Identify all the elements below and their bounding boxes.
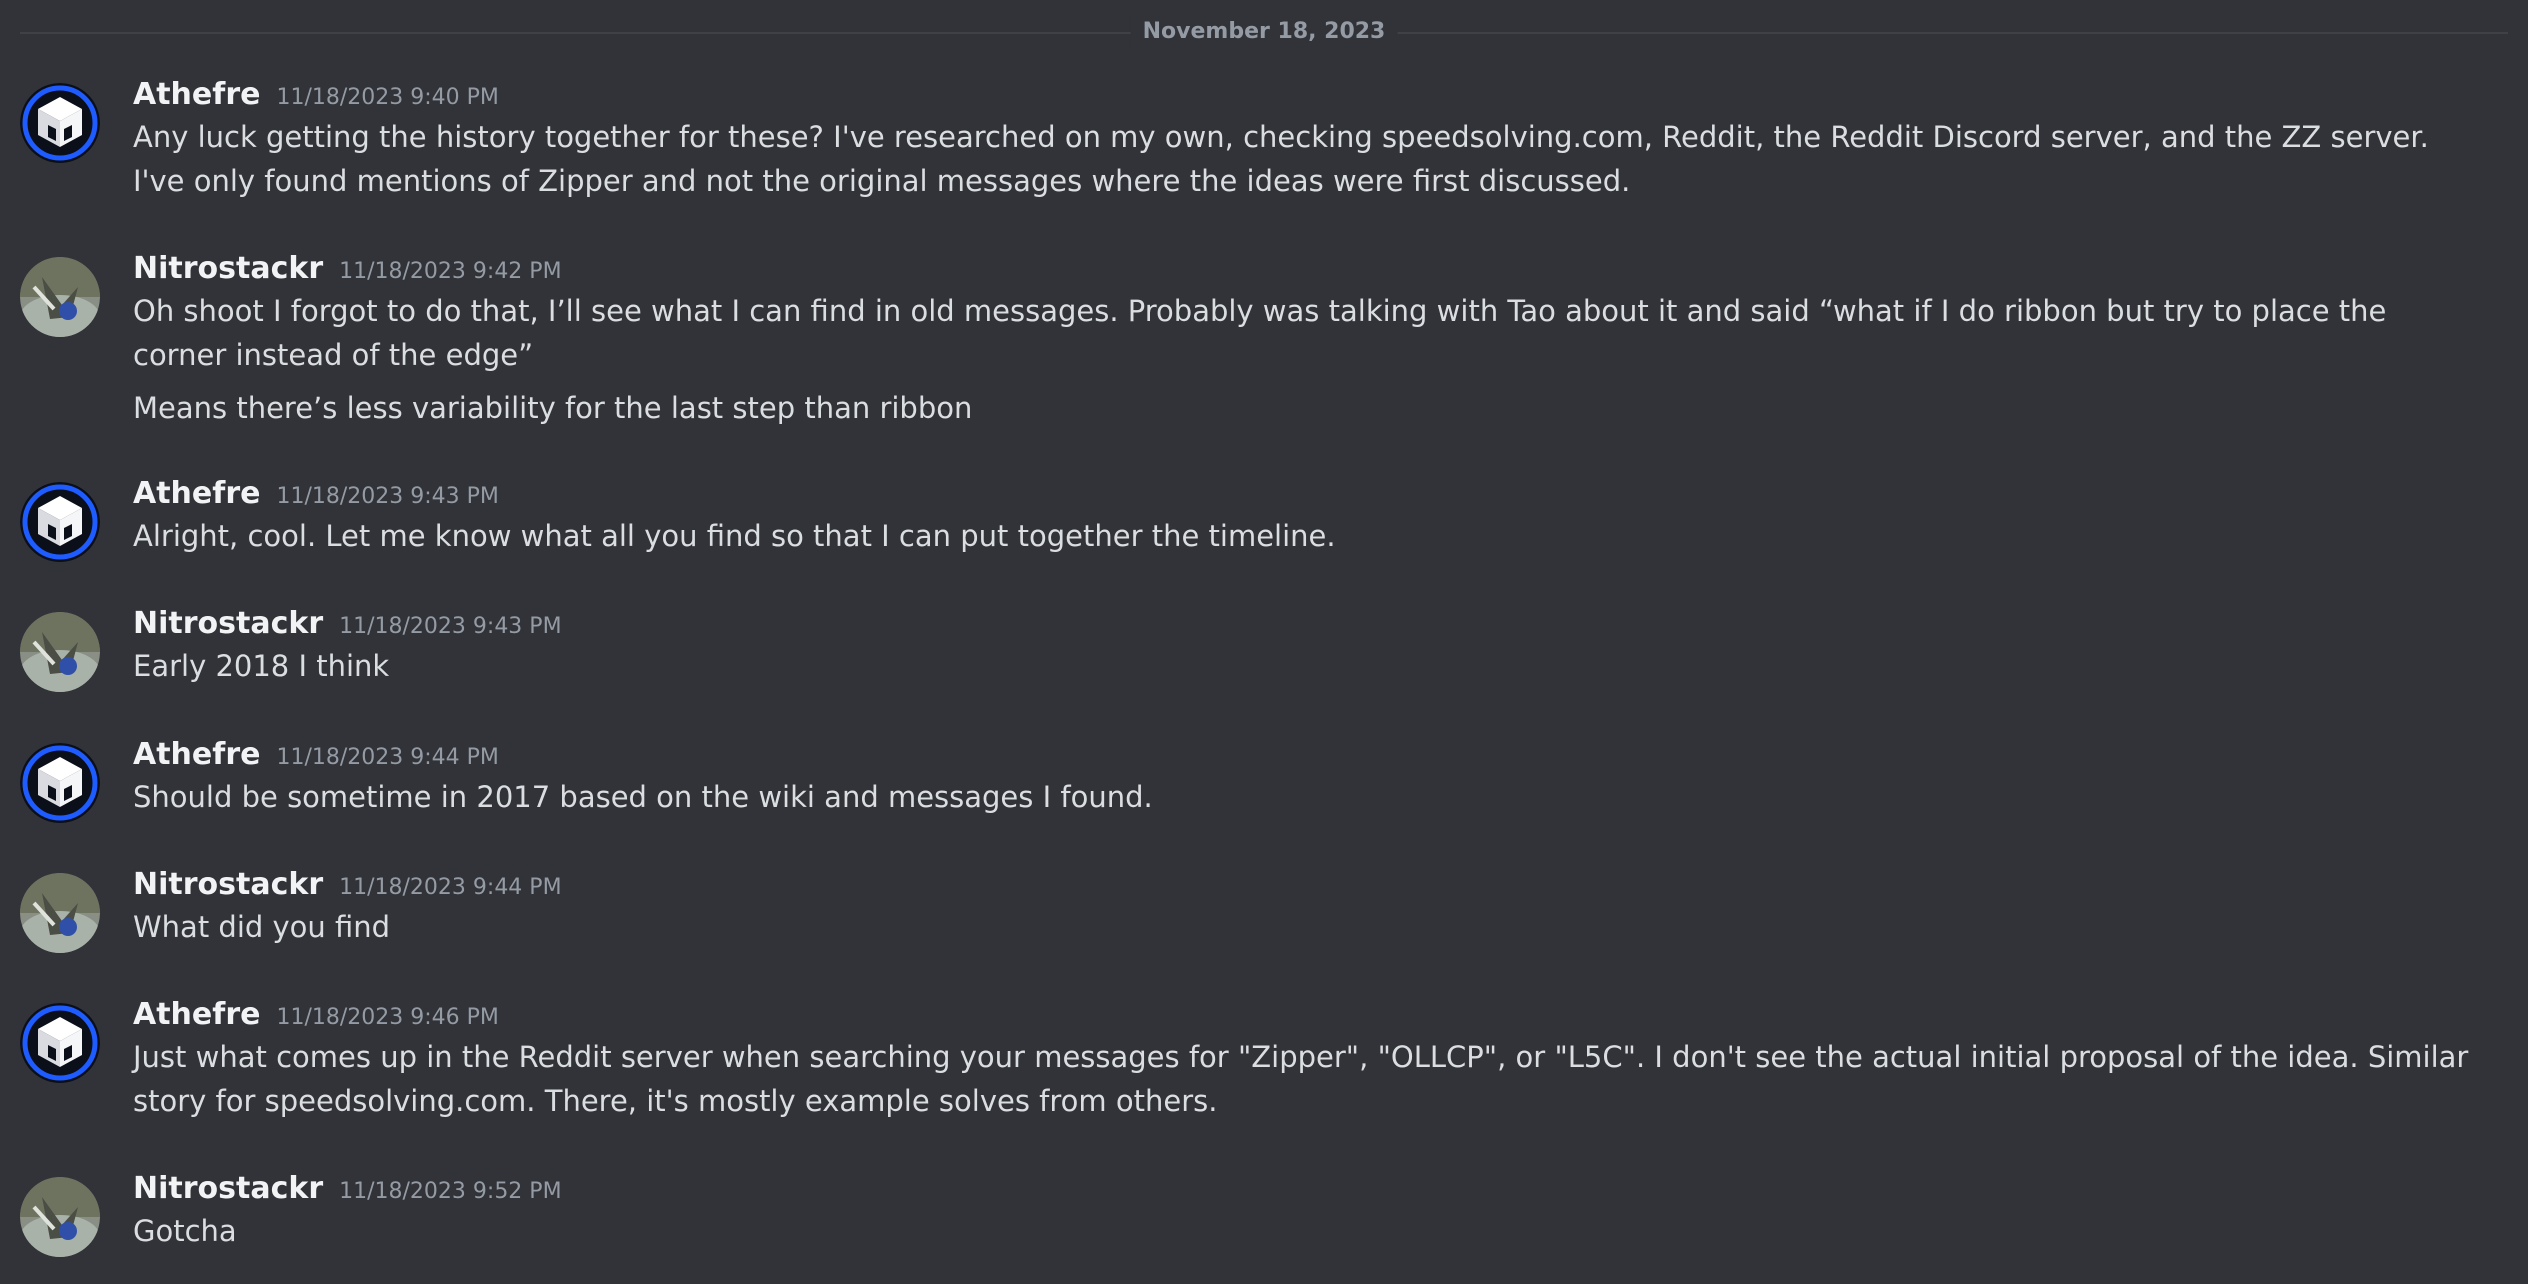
username[interactable]: Athefre bbox=[133, 735, 260, 775]
username[interactable]: Athefre bbox=[133, 75, 260, 115]
message-text: What did you find bbox=[133, 910, 391, 944]
message-header: Nitrostackr 11/18/2023 9:43 PM bbox=[133, 604, 562, 644]
username[interactable]: Athefre bbox=[133, 474, 260, 514]
message-header: Athefre 11/18/2023 9:46 PM bbox=[133, 995, 499, 1035]
message-text: Just what comes up in the Reddit server … bbox=[133, 1040, 2469, 1118]
username[interactable]: Nitrostackr bbox=[133, 865, 323, 905]
message[interactable]: Nitrostackr 11/18/2023 9:44 PM What did … bbox=[0, 865, 2528, 955]
athefre-avatar[interactable] bbox=[20, 1003, 100, 1083]
message-header: Nitrostackr 11/18/2023 9:42 PM bbox=[133, 249, 562, 289]
cube-logo-icon bbox=[20, 482, 100, 562]
athefre-avatar[interactable] bbox=[20, 482, 100, 562]
cube-logo-icon bbox=[20, 1003, 100, 1083]
message-header: Nitrostackr 11/18/2023 9:52 PM bbox=[133, 1169, 562, 1209]
nitrostackr-avatar[interactable] bbox=[20, 257, 100, 337]
photo-avatar-icon bbox=[20, 873, 100, 953]
photo-avatar-icon bbox=[20, 1177, 100, 1257]
username[interactable]: Nitrostackr bbox=[133, 604, 323, 644]
nitrostackr-avatar[interactable] bbox=[20, 1177, 100, 1257]
timestamp[interactable]: 11/18/2023 9:42 PM bbox=[339, 252, 561, 292]
nitrostackr-avatar[interactable] bbox=[20, 873, 100, 953]
message-text: Should be sometime in 2017 based on the … bbox=[133, 780, 1153, 814]
date-divider-label: November 18, 2023 bbox=[1130, 14, 1398, 50]
message[interactable]: Athefre 11/18/2023 9:43 PM Alright, cool… bbox=[0, 474, 2528, 564]
message-header: Athefre 11/18/2023 9:44 PM bbox=[133, 735, 499, 775]
message[interactable]: Nitrostackr 11/18/2023 9:42 PM Oh shoot … bbox=[0, 249, 2528, 429]
message-header: Nitrostackr 11/18/2023 9:44 PM bbox=[133, 865, 562, 905]
message-text: Alright, cool. Let me know what all you … bbox=[133, 519, 1336, 553]
message-header: Athefre 11/18/2023 9:40 PM bbox=[133, 75, 499, 115]
cube-logo-icon bbox=[20, 83, 100, 163]
timestamp[interactable]: 11/18/2023 9:40 PM bbox=[276, 78, 498, 118]
username[interactable]: Nitrostackr bbox=[133, 249, 323, 289]
message-text: Gotcha bbox=[133, 1214, 237, 1248]
timestamp[interactable]: 11/18/2023 9:46 PM bbox=[276, 998, 498, 1038]
message-text: Any luck getting the history together fo… bbox=[133, 120, 2429, 198]
message[interactable]: Nitrostackr 11/18/2023 9:43 PM Early 201… bbox=[0, 604, 2528, 694]
message-header: Athefre 11/18/2023 9:43 PM bbox=[133, 474, 499, 514]
timestamp[interactable]: 11/18/2023 9:43 PM bbox=[276, 477, 498, 517]
message[interactable]: Athefre 11/18/2023 9:44 PM Should be som… bbox=[0, 735, 2528, 825]
message-text: Oh shoot I forgot to do that, I’ll see w… bbox=[133, 294, 2387, 372]
nitrostackr-avatar[interactable] bbox=[20, 612, 100, 692]
cube-logo-icon bbox=[20, 743, 100, 823]
message[interactable]: Nitrostackr 11/18/2023 9:52 PM Gotcha bbox=[0, 1169, 2528, 1259]
username[interactable]: Athefre bbox=[133, 995, 260, 1035]
message-text: Early 2018 I think bbox=[133, 649, 390, 683]
timestamp[interactable]: 11/18/2023 9:44 PM bbox=[339, 868, 561, 908]
chat-messages: November 18, 2023 Athefre 11/18/2023 9:4… bbox=[0, 0, 2528, 1284]
photo-avatar-icon bbox=[20, 257, 100, 337]
athefre-avatar[interactable] bbox=[20, 743, 100, 823]
username[interactable]: Nitrostackr bbox=[133, 1169, 323, 1209]
timestamp[interactable]: 11/18/2023 9:43 PM bbox=[339, 607, 561, 647]
message[interactable]: Athefre 11/18/2023 9:40 PM Any luck gett… bbox=[0, 75, 2528, 205]
timestamp[interactable]: 11/18/2023 9:52 PM bbox=[339, 1172, 561, 1212]
timestamp[interactable]: 11/18/2023 9:44 PM bbox=[276, 738, 498, 778]
athefre-avatar[interactable] bbox=[20, 83, 100, 163]
message[interactable]: Athefre 11/18/2023 9:46 PM Just what com… bbox=[0, 995, 2528, 1125]
message-text: Means there’s less variability for the l… bbox=[133, 391, 973, 425]
photo-avatar-icon bbox=[20, 612, 100, 692]
